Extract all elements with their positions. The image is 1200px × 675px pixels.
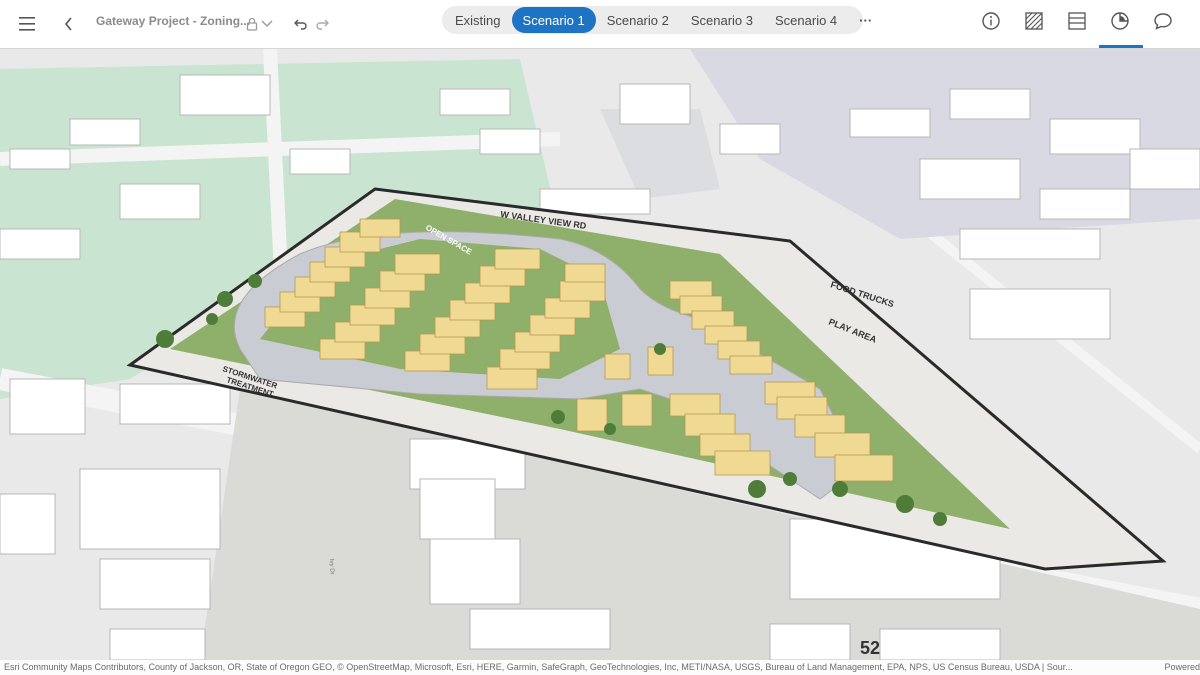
info-icon[interactable]: [971, 6, 1011, 36]
dashboard-icon[interactable]: [1100, 6, 1140, 36]
chevron-left-icon[interactable]: [53, 8, 85, 40]
active-tool-indicator: [1099, 45, 1143, 48]
powered-by-link[interactable]: Powered: [1164, 660, 1200, 675]
tab-scenario-1[interactable]: Scenario 1: [511, 7, 596, 33]
attribution-text: Esri Community Maps Contributors, County…: [4, 662, 1073, 672]
layers-hatch-icon[interactable]: [1014, 6, 1054, 36]
map-view[interactable]: W VALLEY VIEW RD OPEN SPACE FOOD TRUCKS …: [0, 45, 1200, 661]
redo-icon[interactable]: [306, 8, 338, 40]
tab-scenario-2[interactable]: Scenario 2: [596, 7, 680, 33]
chevron-down-icon[interactable]: [251, 8, 283, 40]
top-toolbar: Gateway Project - Zoning... Existing Sce…: [0, 0, 1200, 49]
comment-icon[interactable]: [1143, 6, 1183, 36]
tab-scenario-4[interactable]: Scenario 4: [764, 7, 848, 33]
route-number: 52: [860, 638, 880, 658]
street-label: Ivy Dr: [328, 559, 335, 575]
tab-scenario-3[interactable]: Scenario 3: [680, 7, 764, 33]
more-scenarios-button[interactable]: ···: [848, 7, 883, 33]
project-title[interactable]: Gateway Project - Zoning...: [96, 14, 250, 28]
table-icon[interactable]: [1057, 6, 1097, 36]
scenario-switcher: Existing Scenario 1 Scenario 2 Scenario …: [442, 6, 872, 34]
map-attribution: Esri Community Maps Contributors, County…: [0, 660, 1200, 675]
hamburger-menu-icon[interactable]: [12, 8, 44, 40]
tab-existing[interactable]: Existing: [444, 7, 512, 33]
